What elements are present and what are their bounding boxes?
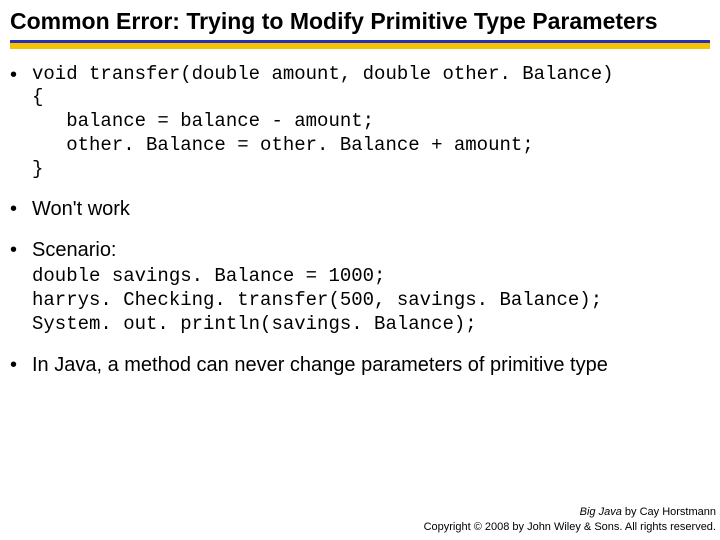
bullet-scenario: • Scenario: xyxy=(10,238,710,263)
bullet-text: Won't work xyxy=(32,197,710,222)
bullet-dot: • xyxy=(10,197,32,222)
code-line: other. Balance = other. Balance + amount… xyxy=(32,134,534,156)
slide-content: • void transfer(double amount, double ot… xyxy=(10,63,710,378)
code-line: void transfer(double amount, double othe… xyxy=(32,63,614,85)
code-block-1: void transfer(double amount, double othe… xyxy=(32,63,710,182)
code-line: { xyxy=(32,86,43,108)
bullet-code-block-1: • void transfer(double amount, double ot… xyxy=(10,63,710,182)
bullet-dot: • xyxy=(10,63,32,182)
code-line: double savings. Balance = 1000; xyxy=(32,265,385,287)
bullet-summary: • In Java, a method can never change par… xyxy=(10,353,710,378)
code-line: balance = balance - amount; xyxy=(32,110,374,132)
footer-copyright: Copyright © 2008 by John Wiley & Sons. A… xyxy=(424,520,716,534)
slide-title: Common Error: Trying to Modify Primitive… xyxy=(10,8,710,36)
title-rule xyxy=(10,40,710,49)
bullet-text: In Java, a method can never change param… xyxy=(32,353,710,378)
code-line: } xyxy=(32,158,43,180)
slide: Common Error: Trying to Modify Primitive… xyxy=(0,0,720,540)
code-line: harrys. Checking. transfer(500, savings.… xyxy=(32,289,602,311)
bullet-text: Scenario: xyxy=(32,238,710,263)
code-block-2: double savings. Balance = 1000; harrys. … xyxy=(32,265,710,336)
book-title: Big Java xyxy=(580,506,622,518)
book-author: by Cay Horstmann xyxy=(622,506,716,518)
bullet-dot: • xyxy=(10,353,32,378)
footer-line-1: Big Java by Cay Horstmann xyxy=(424,505,716,519)
bullet-wont-work: • Won't work xyxy=(10,197,710,222)
bullet-dot: • xyxy=(10,238,32,263)
slide-footer: Big Java by Cay Horstmann Copyright © 20… xyxy=(424,505,716,534)
code-line: System. out. println(savings. Balance); xyxy=(32,313,477,335)
